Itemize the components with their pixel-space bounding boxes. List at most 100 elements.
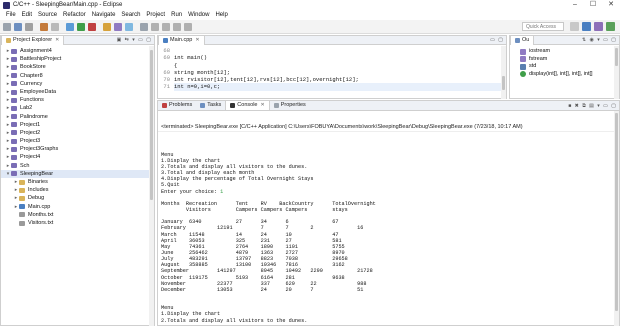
close-icon[interactable]: ✕	[195, 36, 199, 45]
close-icon[interactable]: ✕	[55, 36, 59, 45]
tree-item[interactable]: ▸ Project2	[1, 129, 154, 137]
tab-problems[interactable]: Problems	[158, 101, 196, 110]
tree-item[interactable]: ▸ Project1	[1, 121, 154, 129]
tree-item-label: Project1	[20, 121, 41, 128]
console-scrollbar[interactable]	[614, 111, 619, 326]
tree-item[interactable]: ▸ BattleshipProject	[1, 55, 154, 63]
menu-search[interactable]: Search	[121, 12, 140, 18]
tab-project-explorer[interactable]: Project Explorer ✕	[1, 35, 65, 45]
text-icon	[19, 212, 25, 218]
debug-perspective-icon[interactable]	[594, 22, 603, 31]
close-window-button[interactable]: ✕	[602, 0, 620, 10]
editor-scrollbar[interactable]	[501, 46, 506, 99]
tree-item[interactable]: ▾ SleepingBear	[1, 169, 154, 178]
scrollbar-thumb[interactable]	[615, 48, 618, 66]
tree-item[interactable]: ▸ Main.cpp	[1, 203, 154, 211]
tree-item[interactable]: ▸ Sch	[1, 162, 154, 170]
outline-item[interactable]: std	[510, 63, 619, 71]
view-toolbar-icons[interactable]: ▣ ⇆ ▾ ▭ ▢	[117, 37, 152, 43]
tree-item[interactable]: ▸ Lab2	[1, 104, 154, 112]
menu-file[interactable]: File	[6, 12, 16, 18]
git-perspective-icon[interactable]	[606, 22, 615, 31]
menu-source[interactable]: Source	[38, 12, 57, 18]
tab-properties[interactable]: Properties	[270, 101, 310, 110]
tree-item[interactable]: ▸ Debug	[1, 194, 154, 202]
cpp-perspective-icon[interactable]	[582, 22, 591, 31]
scrollbar-thumb[interactable]	[615, 113, 618, 311]
tree-item[interactable]: ▸ Includes	[1, 186, 154, 194]
outline-item-label: iostream	[529, 48, 551, 54]
tree-item[interactable]: ▸ Chapter8	[1, 72, 154, 80]
outline-list: iostream fstream std display(int[], int[…	[510, 45, 619, 78]
tab-tasks[interactable]: Tasks	[196, 101, 225, 110]
new-class-icon[interactable]	[103, 22, 111, 31]
tree-item[interactable]: ▸ BookStore	[1, 63, 154, 71]
tree-item[interactable]: Months.txt	[1, 211, 154, 219]
run-icon[interactable]	[77, 22, 85, 31]
tree-item[interactable]: ▸ Currency	[1, 80, 154, 88]
tree-item[interactable]: ▸ Assignment4	[1, 47, 154, 55]
tree-item-label: BattleshipProject	[20, 56, 62, 63]
build-config-icon[interactable]	[51, 22, 59, 31]
editor-min-max-icons[interactable]: ▭ ▢	[490, 37, 504, 43]
save-icon[interactable]	[14, 22, 22, 31]
console-output[interactable]: <terminated> SleepingBear.exe [C/C++ App…	[158, 111, 619, 326]
tab-outline[interactable]: Ou	[510, 35, 535, 45]
menu-window[interactable]: Window	[188, 12, 209, 18]
tree-item[interactable]: ▸ Project3Graphs	[1, 145, 154, 153]
menu-project[interactable]: Project	[146, 12, 165, 18]
project-explorer-scrollbar[interactable]	[149, 46, 154, 326]
prev-annotation-icon[interactable]	[162, 22, 170, 31]
build-icon[interactable]	[40, 22, 48, 31]
forward-icon[interactable]	[184, 22, 192, 31]
scrollbar-thumb[interactable]	[502, 76, 505, 90]
include-icon	[520, 56, 526, 63]
tree-item[interactable]: ▸ Palindrome	[1, 113, 154, 121]
tree-item[interactable]: ▸ Binaries	[1, 178, 154, 186]
next-annotation-icon[interactable]	[151, 22, 159, 31]
outline-tab-header: Ou ⇅ ◉ ▾ ▭ ▢	[510, 35, 619, 45]
menu-edit[interactable]: Edit	[22, 12, 32, 18]
line-number: 69	[158, 68, 174, 77]
tree-item[interactable]: ▸ EmployeeData	[1, 88, 154, 96]
new-folder-icon[interactable]	[114, 22, 122, 31]
menu-help[interactable]: Help	[215, 12, 227, 18]
maximize-button[interactable]: ☐	[584, 0, 602, 10]
save-all-icon[interactable]	[25, 22, 33, 31]
code-editor[interactable]: 68 69 int main(){69 string month[12]; 70 int …	[158, 45, 506, 91]
tab-main-cpp[interactable]: Main.cpp ✕	[158, 35, 205, 45]
code-text: int main()	[174, 54, 208, 62]
menu-refactor[interactable]: Refactor	[63, 12, 86, 18]
outline-toolbar-icons[interactable]: ⇅ ◉ ▾ ▭ ▢	[582, 37, 617, 43]
scrollbar-thumb[interactable]	[150, 50, 153, 200]
open-type-icon[interactable]	[125, 22, 133, 31]
back-icon[interactable]	[173, 22, 181, 31]
external-tools-icon[interactable]	[88, 22, 96, 31]
tree-item[interactable]: ▸ Functions	[1, 96, 154, 104]
console-toolbar-icons[interactable]: ■ ✖ ⧉ ▤ ▾ ▭ ▢	[568, 103, 617, 109]
tree-item[interactable]: ▸ Project4	[1, 153, 154, 161]
menu-navigate[interactable]: Navigate	[92, 12, 116, 18]
file-icon	[19, 204, 25, 210]
minimize-button[interactable]: –	[566, 0, 584, 10]
outline-item[interactable]: fstream	[510, 56, 619, 64]
project-icon	[11, 138, 17, 144]
tree-item-label: BookStore	[20, 64, 46, 71]
search-icon[interactable]	[140, 22, 148, 31]
outline-item[interactable]: iostream	[510, 48, 619, 56]
open-perspective-icon[interactable]	[570, 22, 579, 31]
tree-item[interactable]: Visitors.txt	[1, 219, 154, 227]
close-icon[interactable]: ✕	[260, 101, 264, 110]
line-number: 71	[158, 83, 174, 91]
outline-scrollbar[interactable]	[614, 46, 619, 99]
tab-console[interactable]: Console ✕	[225, 101, 270, 110]
outline-item[interactable]: display(int[], int[], int[], int[]	[510, 71, 619, 79]
project-icon	[11, 73, 17, 79]
debug-icon[interactable]	[66, 22, 74, 31]
tree-item[interactable]: ▸ Project3	[1, 137, 154, 145]
new-icon[interactable]	[3, 22, 11, 31]
project-icon	[11, 122, 17, 128]
quick-access-input[interactable]: Quick Access	[522, 22, 564, 31]
menu-run[interactable]: Run	[171, 12, 182, 18]
project-icon	[11, 64, 17, 70]
